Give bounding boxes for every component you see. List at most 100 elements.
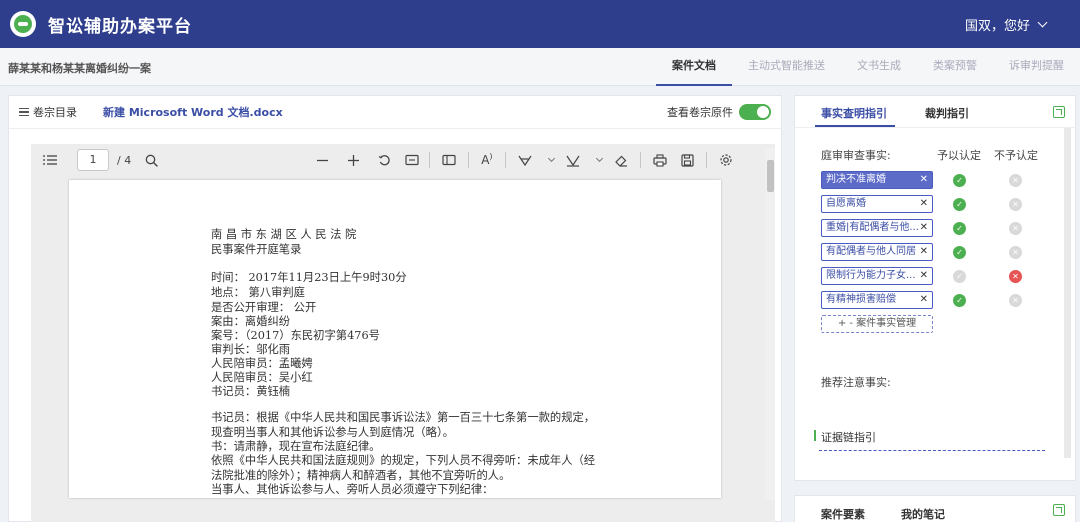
- fact-tag[interactable]: 有配偶者与他人同居 ✕: [821, 243, 933, 261]
- page-number-input[interactable]: 1: [77, 149, 109, 171]
- fact-tag[interactable]: 判决不准离婚 ✕: [821, 171, 933, 189]
- active-tab-indicator: [815, 125, 895, 127]
- chevron-down-icon[interactable]: [594, 150, 603, 170]
- top-bar: 智讼辅助办案平台 国双，您好: [0, 0, 1080, 48]
- case-title: 薛某某和杨某某离婚纠纷一案: [8, 62, 151, 75]
- guidance-tabs: 事实查明指引 裁判指引: [795, 96, 1075, 128]
- tab-doc-generation[interactable]: 文书生成: [841, 48, 917, 86]
- divider: [819, 450, 1045, 451]
- close-icon[interactable]: ✕: [920, 268, 928, 284]
- chevron-down-icon: [1037, 17, 1048, 28]
- tab-case-elements[interactable]: 案件要素: [821, 506, 865, 522]
- list-icon: [19, 108, 29, 116]
- doc-line: 地点： 第八审判庭: [211, 286, 305, 299]
- user-greeting: 国双，您好: [964, 19, 1030, 34]
- file-tab[interactable]: 新建 Microsoft Word 文档.docx: [103, 104, 283, 120]
- doc-line: 依照《中华人民共和国法庭规则》的规定，下列人员不得旁听：未成年人（经: [211, 454, 596, 467]
- eraser-icon[interactable]: [614, 150, 628, 170]
- guidance-panel: 事实查明指引 裁判指引 庭审审查事实: 予以认定 不予认定 判决不准离婚 ✕ ✓…: [794, 95, 1076, 481]
- close-icon[interactable]: ✕: [920, 172, 928, 188]
- module-tabs: 案件文档 主动式智能推送 文书生成 类案预警 诉审判提醒: [656, 48, 1080, 86]
- doc-line: 民事案件开庭笔录: [211, 243, 302, 256]
- accept-radio[interactable]: ✓: [953, 294, 966, 307]
- expand-icon[interactable]: [1053, 504, 1065, 516]
- reject-radio[interactable]: ✕: [1009, 294, 1022, 307]
- fact-tag-label: 有精神损害赔偿: [826, 294, 896, 305]
- accept-radio[interactable]: ✓: [953, 174, 966, 187]
- doc-line: 书记员：根据《中华人民共和国民事诉讼法》第一百三十七条第一款的规定，: [211, 411, 596, 424]
- print-icon[interactable]: [652, 150, 667, 170]
- evidence-chain-link[interactable]: 证据链指引: [814, 429, 876, 445]
- reject-radio[interactable]: ✕: [1009, 222, 1022, 235]
- doc-line: 时间： 2017年11月23日上午9时30分: [211, 271, 407, 284]
- zoom-in-icon[interactable]: [347, 150, 360, 170]
- close-icon[interactable]: ✕: [920, 244, 928, 260]
- page-total: / 4: [117, 153, 132, 167]
- accept-radio[interactable]: ✓: [953, 222, 966, 235]
- search-icon[interactable]: [145, 150, 159, 170]
- manage-facts-button[interactable]: + - 案件事实管理: [821, 315, 933, 333]
- fit-width-icon[interactable]: [405, 150, 419, 170]
- view-original: 查看卷宗原件: [667, 104, 771, 120]
- tab-fact-finding[interactable]: 事实查明指引: [821, 105, 887, 121]
- pdf-viewer: 1 / 4 A) 南 昌 市 东 湖 区 人 民 法 院 民事案件开庭笔录 时间…: [31, 144, 775, 522]
- doc-line: 当事人、其他诉讼参与人、旁听人员必须遵守下列纪律：: [211, 483, 494, 496]
- tab-my-notes[interactable]: 我的笔记: [901, 506, 945, 522]
- highlight-pen-icon[interactable]: [518, 150, 532, 170]
- scroll-thumb[interactable]: [767, 160, 774, 192]
- close-icon[interactable]: ✕: [920, 196, 928, 212]
- accept-radio[interactable]: ✓: [953, 246, 966, 259]
- fact-tag-label: 判决不准离婚: [826, 174, 886, 185]
- sub-header: 薛某某和杨某某离婚纠纷一案 案件文档 主动式智能推送 文书生成 类案预警 诉审判…: [0, 48, 1080, 86]
- guidance-scrollbar[interactable]: [1064, 128, 1071, 458]
- fact-tag[interactable]: 重婚|有配偶者与他... ✕: [821, 219, 933, 237]
- recommend-label: 推荐注意事实:: [821, 376, 891, 389]
- fact-tag[interactable]: 限制行为能力子女... ✕: [821, 267, 933, 285]
- fact-tag-label: 有配偶者与他人同居: [826, 246, 916, 257]
- facts-label: 庭审审查事实:: [821, 149, 891, 162]
- pdf-toolbar: 1 / 4 A): [31, 144, 775, 176]
- doc-line: 书记员：黄钰楠: [211, 385, 291, 398]
- view-original-toggle[interactable]: [739, 104, 771, 120]
- save-icon[interactable]: [680, 150, 694, 170]
- user-menu[interactable]: 国双，您好: [964, 15, 1048, 34]
- document-scrollbar[interactable]: [765, 148, 775, 500]
- case-directory-button[interactable]: 卷宗目录: [19, 104, 77, 120]
- app-logo-icon: [10, 11, 36, 37]
- zoom-out-icon[interactable]: [316, 150, 329, 170]
- tab-smart-push[interactable]: 主动式智能推送: [732, 48, 841, 86]
- gear-icon[interactable]: [719, 150, 733, 170]
- fact-tag[interactable]: 自愿离婚 ✕: [821, 195, 933, 213]
- expand-icon[interactable]: [1053, 106, 1065, 118]
- notes-panel: 案件要素 我的笔记: [794, 495, 1076, 522]
- reject-column-header: 不予认定: [994, 149, 1038, 162]
- doc-line: 南 昌 市 东 湖 区 人 民 法 院: [211, 228, 357, 241]
- fact-tag-label: 重婚|有配偶者与他...: [826, 222, 919, 233]
- page-view-icon[interactable]: [442, 150, 456, 170]
- reject-radio[interactable]: ✕: [1009, 198, 1022, 211]
- fact-tag-label: 自愿离婚: [826, 198, 866, 209]
- view-original-label: 查看卷宗原件: [667, 106, 733, 119]
- case-directory-label: 卷宗目录: [33, 106, 77, 119]
- tab-judgment-guidance[interactable]: 裁判指引: [925, 105, 969, 121]
- fact-tag[interactable]: 有精神损害赔偿 ✕: [821, 291, 933, 309]
- app-title: 智讼辅助办案平台: [48, 16, 192, 37]
- document-panel: 卷宗目录 新建 Microsoft Word 文档.docx 查看卷宗原件 1 …: [8, 95, 782, 522]
- close-icon[interactable]: ✕: [920, 292, 928, 308]
- text-size-icon[interactable]: A): [481, 150, 492, 170]
- document-toolbar: 卷宗目录 新建 Microsoft Word 文档.docx 查看卷宗原件: [9, 96, 781, 129]
- close-icon[interactable]: ✕: [920, 220, 928, 236]
- reject-radio[interactable]: ✕: [1009, 246, 1022, 259]
- accept-column-header: 予以认定: [937, 149, 981, 162]
- tab-trial-reminder[interactable]: 诉审判提醒: [993, 48, 1080, 86]
- tab-similar-case-warning[interactable]: 类案预警: [917, 48, 993, 86]
- accept-radio[interactable]: ✓: [953, 270, 966, 283]
- accept-radio[interactable]: ✓: [953, 198, 966, 211]
- draw-pen-icon[interactable]: [566, 150, 580, 170]
- rotate-icon[interactable]: [378, 150, 391, 170]
- reject-radio[interactable]: ✕: [1009, 174, 1022, 187]
- sidebar-toggle-icon[interactable]: [43, 150, 57, 170]
- reject-radio[interactable]: ✕: [1009, 270, 1022, 283]
- tab-case-docs[interactable]: 案件文档: [656, 48, 732, 86]
- chevron-down-icon[interactable]: [546, 150, 555, 170]
